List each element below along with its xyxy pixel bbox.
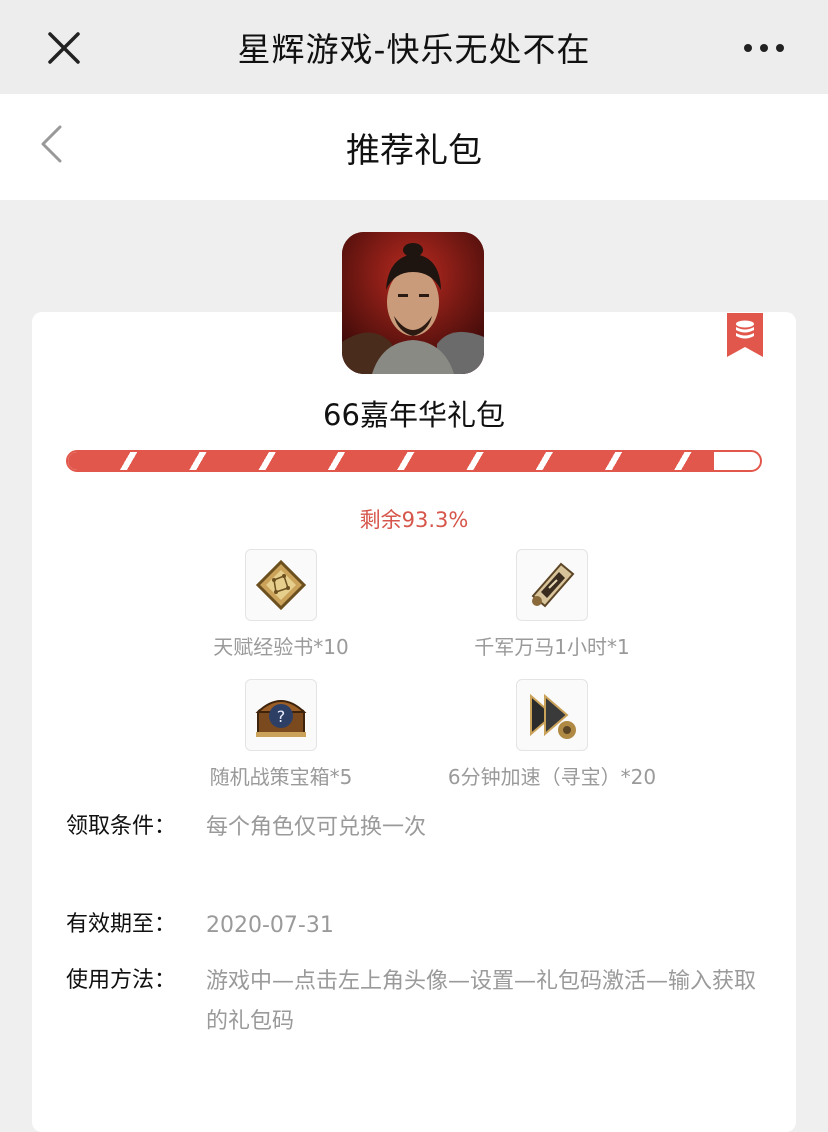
gift-pack-name: 66嘉年华礼包 xyxy=(323,398,505,432)
more-icon[interactable] xyxy=(744,40,784,56)
app-title: 星辉游戏-快乐无处不在 xyxy=(237,30,591,69)
page-title: 推荐礼包 xyxy=(346,130,482,171)
reward-item: ? 随机战策宝箱*5 xyxy=(166,679,396,790)
claim-condition-value: 每个角色仅可兑换一次 xyxy=(206,815,427,840)
game-icon xyxy=(342,232,484,374)
usage-value: 游戏中—点击左上角头像—设置—礼包码激活—输入获取的礼包码 xyxy=(206,969,757,1034)
app-top-bar: 星辉游戏-快乐无处不在 xyxy=(0,0,828,94)
reward-item-label: 随机战策宝箱*5 xyxy=(209,765,353,789)
page-nav-bar: 推荐礼包 xyxy=(0,94,828,200)
speed-up-icon xyxy=(516,679,588,751)
expiry-value: 2020-07-31 xyxy=(206,913,334,938)
reward-item: 6分钟加速（寻宝）*20 xyxy=(437,679,667,790)
claim-condition-label: 领取条件： xyxy=(66,814,177,839)
back-icon[interactable] xyxy=(38,124,66,164)
reward-item-label: 千军万马1小时*1 xyxy=(474,635,630,659)
reward-item: 天赋经验书*10 xyxy=(166,549,396,660)
reward-item: 千军万马1小时*1 xyxy=(437,549,667,660)
progress-fill xyxy=(68,452,714,470)
reward-item-label: 6分钟加速（寻宝）*20 xyxy=(447,765,657,789)
coin-stack-icon xyxy=(727,313,763,357)
reward-item-label: 天赋经验书*10 xyxy=(213,635,349,659)
skill-map-icon xyxy=(245,549,317,621)
remaining-label: 剩余 xyxy=(359,508,402,532)
treasure-chest-icon: ? xyxy=(245,679,317,751)
expiry-label: 有效期至： xyxy=(66,912,177,937)
expiry-row: 有效期至： 2020-07-31 xyxy=(66,906,766,946)
usage-row: 使用方法： 游戏中—点击左上角头像—设置—礼包码激活—输入获取的礼包码 xyxy=(66,962,766,1042)
remaining-text: 剩余93.3% xyxy=(0,504,828,534)
close-icon[interactable] xyxy=(46,30,82,66)
svg-text:?: ? xyxy=(277,707,286,726)
remaining-value: 93.3% xyxy=(401,508,469,532)
claim-condition-row: 领取条件： 每个角色仅可兑换一次 xyxy=(66,808,766,848)
usage-label: 使用方法： xyxy=(66,968,177,993)
scroll-icon xyxy=(516,549,588,621)
remaining-progress-bar xyxy=(66,450,762,472)
